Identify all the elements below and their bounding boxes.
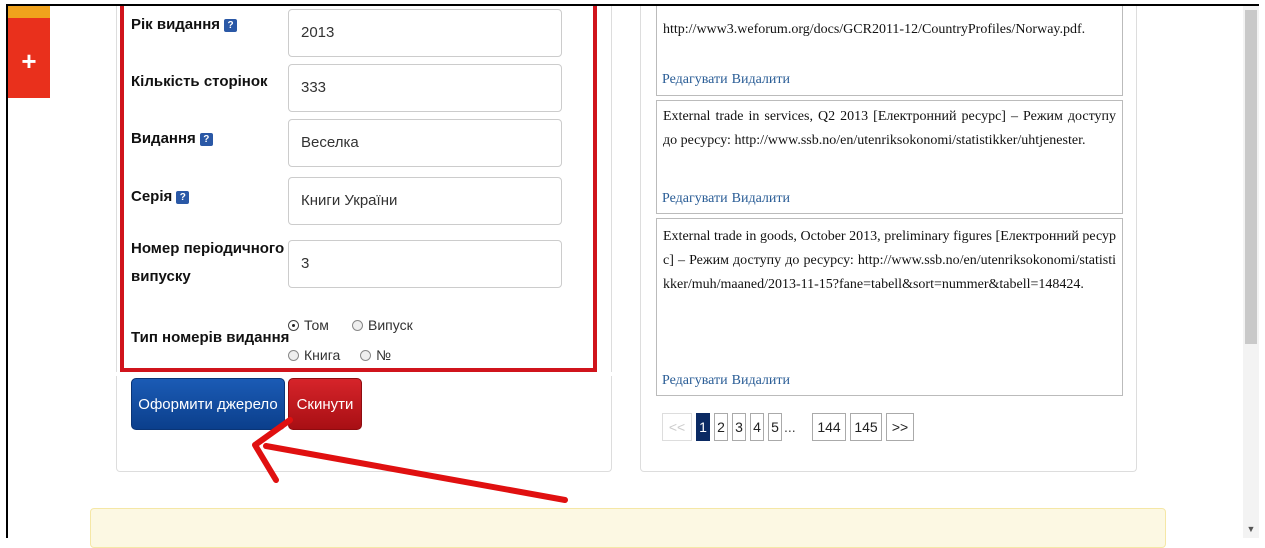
year-label: Рік видання? — [131, 14, 238, 36]
scrollbar[interactable]: ▼ — [1243, 6, 1259, 538]
radio-icon — [288, 350, 299, 361]
page-ellipsis: ... — [784, 419, 796, 435]
edit-link[interactable]: Редагувати — [662, 72, 728, 87]
help-icon[interactable]: ? — [224, 18, 238, 32]
number-type-label: Тип номерів видання — [131, 329, 290, 346]
radio-icon — [360, 350, 371, 361]
delete-link[interactable]: Видалити — [732, 373, 790, 388]
triangle-down-icon[interactable]: ▼ — [1243, 524, 1259, 534]
add-side-tab[interactable]: + — [8, 6, 50, 98]
page-next[interactable]: >> — [886, 413, 914, 441]
edit-link[interactable]: Редагувати — [662, 373, 728, 388]
notice-box — [90, 508, 1166, 548]
list-item: http://www3.weforum.org/docs/GCR2011-12/… — [656, 6, 1123, 96]
publisher-input[interactable]: Веселка — [288, 119, 562, 167]
help-icon[interactable]: ? — [176, 190, 190, 204]
year-input[interactable]: 2013 — [288, 9, 562, 57]
scroll-thumb[interactable] — [1245, 10, 1257, 344]
page-2[interactable]: 2 — [714, 413, 728, 441]
publisher-label: Видання? — [131, 128, 213, 150]
entry-actions: Редагувати Видалити — [662, 369, 794, 393]
pages-label: Кількість сторінок — [131, 73, 268, 90]
plus-icon: + — [21, 46, 37, 76]
list-item: External trade in services, Q2 2013 [Еле… — [656, 100, 1123, 214]
radio-selected-icon — [288, 320, 299, 331]
entry-actions: Редагувати Видалити — [662, 187, 794, 211]
page-1[interactable]: 1 — [696, 413, 710, 441]
format-source-button[interactable]: Оформити джерело — [131, 378, 285, 430]
entry-actions: Редагувати Видалити — [662, 68, 794, 92]
radio-icon — [352, 320, 363, 331]
issue-input[interactable]: 3 — [288, 240, 562, 288]
page-5[interactable]: 5 — [768, 413, 782, 441]
page-145[interactable]: 145 — [850, 413, 882, 441]
page-144[interactable]: 144 — [812, 413, 846, 441]
radio-tom[interactable]: Том — [288, 316, 329, 334]
series-label: Серія? — [131, 186, 190, 208]
pages-input[interactable]: 333 — [288, 64, 562, 112]
radio-number[interactable]: № — [360, 346, 391, 364]
delete-link[interactable]: Видалити — [732, 191, 790, 206]
page-3[interactable]: 3 — [732, 413, 746, 441]
page-4[interactable]: 4 — [750, 413, 764, 441]
page-prev[interactable]: << — [662, 413, 692, 441]
radio-knyha[interactable]: Книга — [288, 346, 340, 364]
highlight-box-bottom — [120, 368, 597, 372]
edit-link[interactable]: Редагувати — [662, 191, 728, 206]
issue-label: Номер періодичного випуску — [131, 240, 285, 285]
series-input[interactable]: Книги України — [288, 177, 562, 225]
radio-vypusk[interactable]: Випуск — [352, 316, 413, 334]
list-item: External trade in goods, October 2013, p… — [656, 218, 1123, 396]
help-icon[interactable]: ? — [199, 132, 213, 146]
delete-link[interactable]: Видалити — [732, 72, 790, 87]
reset-button[interactable]: Скинути — [288, 378, 362, 430]
clip-strip — [116, 372, 612, 376]
